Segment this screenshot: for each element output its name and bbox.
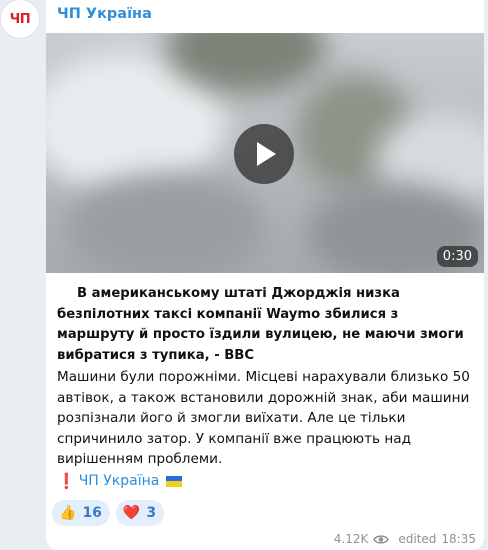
reaction-count: 16 (82, 505, 102, 521)
reaction-thumbs-up[interactable]: 👍 16 (52, 500, 110, 526)
edited-label: edited (398, 532, 437, 546)
message-time: 18:35 (441, 532, 476, 546)
view-count: 4.12K (333, 532, 369, 546)
message-signature: ❗ ЧП Україна (57, 472, 183, 490)
channel-name[interactable]: ЧП Україна (57, 6, 152, 22)
message-headline: В американському штаті Джорджія низка бе… (57, 286, 464, 363)
ukraine-flag-icon (166, 475, 183, 487)
play-button[interactable] (234, 124, 294, 184)
thumbs-up-icon: 👍 (59, 505, 77, 521)
reaction-heart[interactable]: ❤️ 3 (115, 500, 165, 526)
message-bubble: ЧП Україна 0:30 В американському штаті Д… (46, 0, 484, 550)
video-duration: 0:30 (436, 246, 478, 267)
reaction-count: 3 (146, 505, 157, 521)
reactions-bar: 👍 16 ❤️ 3 (52, 500, 165, 526)
channel-avatar[interactable]: ЧП (1, 0, 39, 38)
play-icon (257, 142, 276, 166)
signature-link[interactable]: ЧП Україна (79, 473, 160, 489)
message-body: Машини були порожніми. Місцеві нарахувал… (57, 369, 470, 467)
heart-icon: ❤️ (122, 505, 141, 521)
exclamation-icon: ❗ (57, 472, 76, 490)
video-player[interactable]: 0:30 (46, 33, 484, 273)
avatar-text: ЧП (9, 11, 31, 27)
message-meta: 4.12K edited 18:35 (334, 532, 476, 546)
eye-icon (373, 534, 390, 544)
